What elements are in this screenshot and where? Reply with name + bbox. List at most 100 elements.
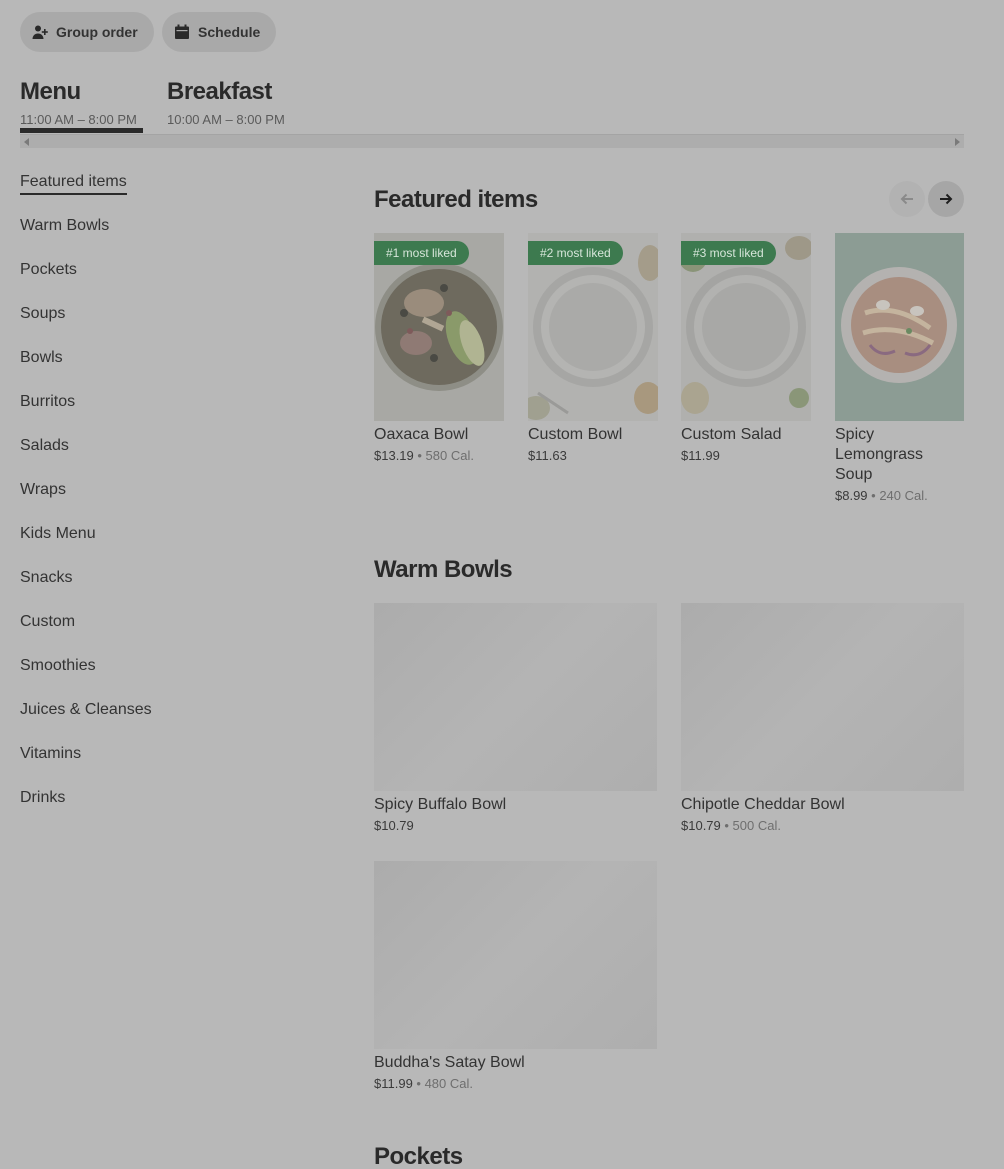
tab-breakfast-title: Breakfast	[167, 78, 272, 105]
featured-item-card[interactable]: #2 most liked Custom Bowl $11.63	[528, 233, 658, 463]
sidebar-item-juices-cleanses[interactable]: Juices & Cleanses	[20, 698, 320, 742]
tab-menu[interactable]: Menu 11:00 AM – 8:00 PM	[20, 78, 137, 127]
add-person-icon	[32, 25, 48, 39]
meta-separator: •	[867, 488, 880, 503]
meta-separator: •	[413, 448, 426, 463]
item-meta: $10.79	[374, 818, 657, 833]
sidebar-item-drinks[interactable]: Drinks	[20, 786, 320, 830]
item-photo: #1 most liked	[374, 233, 504, 421]
featured-item-card[interactable]: #3 most liked Custom Salad $11.99	[681, 233, 811, 463]
most-liked-badge: #1 most liked	[374, 241, 469, 265]
sidebar-item-snacks[interactable]: Snacks	[20, 566, 320, 610]
sidebar-item-featured-items[interactable]: Featured items	[20, 170, 320, 214]
item-name: Custom Bowl	[528, 426, 623, 443]
sidebar-item-bowls[interactable]: Bowls	[20, 346, 320, 390]
item-price: $13.19	[374, 448, 414, 463]
sidebar-item-warm-bowls[interactable]: Warm Bowls	[20, 214, 320, 258]
item-meta: $11.99 • 480 Cal.	[374, 1076, 657, 1091]
tab-menu-title: Menu	[20, 78, 81, 105]
category-sidebar: Featured items Warm Bowls Pockets Soups …	[20, 170, 320, 830]
item-meta: $10.79 • 500 Cal.	[681, 818, 964, 833]
warm-bowls-heading: Warm Bowls	[374, 556, 513, 583]
scroll-left-arrow-icon[interactable]	[24, 138, 29, 146]
item-price: $10.79	[681, 818, 721, 833]
scroll-right-arrow-icon[interactable]	[955, 138, 960, 146]
sidebar-item-smoothies[interactable]: Smoothies	[20, 654, 320, 698]
schedule-button[interactable]: Schedule	[162, 12, 277, 52]
item-name: Spicy Lemongrass Soup	[835, 426, 924, 483]
item-meta: $13.19 • 580 Cal.	[374, 448, 504, 463]
item-photo: #3 most liked	[681, 233, 811, 421]
meta-separator: •	[720, 818, 733, 833]
item-photo-placeholder	[681, 603, 964, 791]
meta-separator: •	[412, 1076, 425, 1091]
sidebar-item-soups[interactable]: Soups	[20, 302, 320, 346]
sidebar-item-vitamins[interactable]: Vitamins	[20, 742, 320, 786]
item-calories: 240 Cal.	[879, 488, 928, 503]
sidebar-item-label: Juices & Cleanses	[20, 701, 152, 718]
sidebar-item-label: Vitamins	[20, 745, 82, 762]
sidebar-item-label: Warm Bowls	[20, 217, 110, 234]
item-photo: #2 most liked	[528, 233, 658, 421]
item-calories: 580 Cal.	[425, 448, 474, 463]
item-meta: $11.63	[528, 448, 658, 463]
featured-item-card[interactable]: Spicy Lemongrass Soup $8.99 • 240 Cal.	[835, 233, 964, 503]
sidebar-item-label: Bowls	[20, 349, 63, 366]
item-price: $11.99	[374, 1076, 413, 1091]
arrow-right-icon	[940, 193, 953, 205]
pockets-heading: Pockets	[374, 1143, 463, 1169]
calendar-icon	[175, 24, 189, 39]
tab-breakfast-hours: 10:00 AM – 8:00 PM	[167, 112, 285, 127]
menu-item-card[interactable]: Chipotle Cheddar Bowl $10.79 • 500 Cal.	[681, 603, 964, 833]
item-price: $11.63	[528, 448, 567, 463]
sidebar-item-pockets[interactable]: Pockets	[20, 258, 320, 302]
sidebar-item-label: Custom	[20, 613, 76, 630]
menu-item-card[interactable]: Spicy Buffalo Bowl $10.79	[374, 603, 657, 833]
sidebar-item-label: Drinks	[20, 789, 66, 806]
sidebar-item-label: Snacks	[20, 569, 73, 586]
sidebar-item-label: Kids Menu	[20, 525, 96, 542]
sidebar-item-label: Wraps	[20, 481, 66, 498]
featured-item-card[interactable]: #1 most liked Oaxaca Bowl $13.19 • 580 C…	[374, 233, 504, 463]
sidebar-item-label: Burritos	[20, 393, 76, 410]
sidebar-item-label: Salads	[20, 437, 69, 454]
sidebar-item-custom[interactable]: Custom	[20, 610, 320, 654]
item-photo	[835, 233, 964, 421]
tabs-horizontal-scrollbar[interactable]	[20, 134, 964, 148]
item-price: $8.99	[835, 488, 868, 503]
most-liked-badge: #3 most liked	[681, 241, 776, 265]
group-order-button[interactable]: Group order	[20, 12, 154, 52]
sidebar-item-label: Soups	[20, 305, 66, 322]
item-price: $10.79	[374, 818, 414, 833]
featured-items-heading: Featured items	[374, 186, 538, 213]
sidebar-item-wraps[interactable]: Wraps	[20, 478, 320, 522]
sidebar-item-label: Pockets	[20, 261, 77, 278]
arrow-left-icon	[900, 193, 913, 205]
menu-item-card[interactable]: Buddha's Satay Bowl $11.99 • 480 Cal.	[374, 861, 657, 1091]
schedule-label: Schedule	[198, 24, 261, 40]
item-meta: $11.99	[681, 448, 811, 463]
tab-breakfast[interactable]: Breakfast 10:00 AM – 8:00 PM	[167, 78, 285, 127]
item-name: Oaxaca Bowl	[374, 426, 469, 443]
group-order-label: Group order	[56, 24, 138, 40]
item-photo-placeholder	[374, 603, 657, 791]
item-name: Chipotle Cheddar Bowl	[681, 796, 845, 813]
item-name: Custom Salad	[681, 426, 782, 443]
lemongrass-soup-image	[835, 233, 964, 421]
carousel-prev-button[interactable]	[889, 181, 925, 217]
item-name: Buddha's Satay Bowl	[374, 1054, 525, 1071]
tab-menu-hours: 11:00 AM – 8:00 PM	[20, 112, 137, 127]
active-tab-indicator	[20, 128, 143, 133]
sidebar-item-label: Smoothies	[20, 657, 96, 674]
item-name: Spicy Buffalo Bowl	[374, 796, 507, 813]
item-calories: 480 Cal.	[424, 1076, 473, 1091]
carousel-next-button[interactable]	[928, 181, 964, 217]
item-price: $11.99	[681, 448, 720, 463]
item-meta: $8.99 • 240 Cal.	[835, 488, 964, 503]
sidebar-item-label: Featured items	[20, 173, 127, 195]
sidebar-item-burritos[interactable]: Burritos	[20, 390, 320, 434]
item-calories: 500 Cal.	[732, 818, 781, 833]
sidebar-item-kids-menu[interactable]: Kids Menu	[20, 522, 320, 566]
sidebar-item-salads[interactable]: Salads	[20, 434, 320, 478]
most-liked-badge: #2 most liked	[528, 241, 623, 265]
